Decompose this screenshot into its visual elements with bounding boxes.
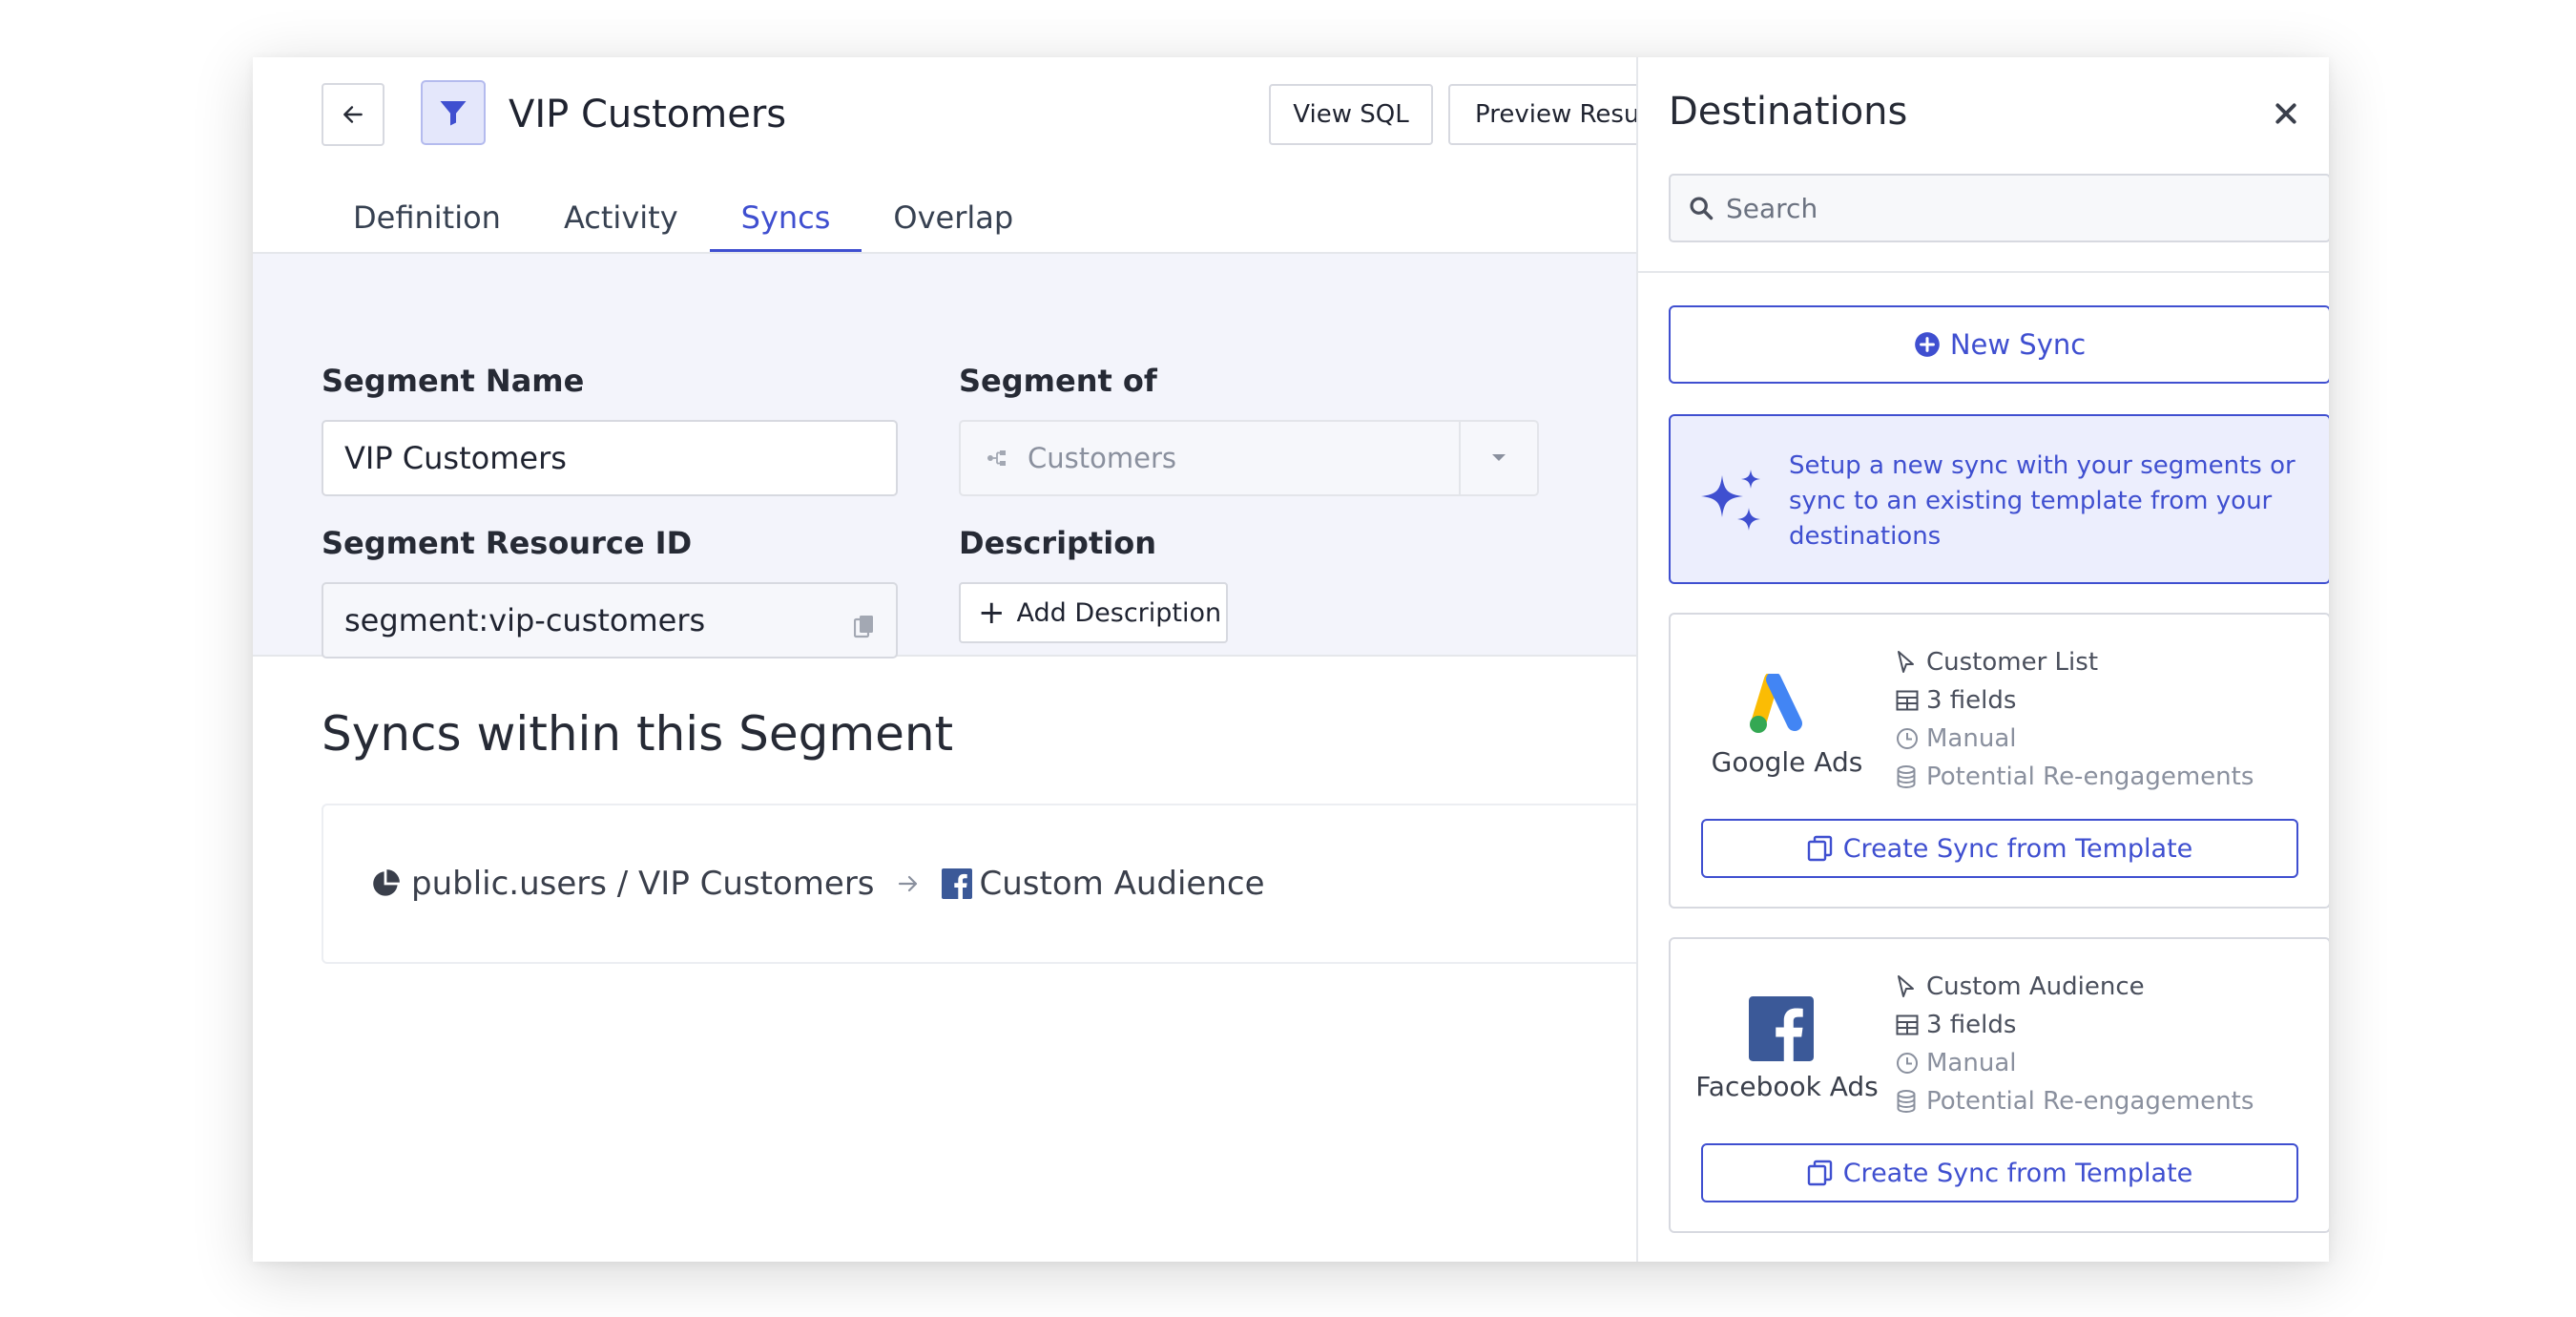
resource-id-field: segment:vip-customers: [322, 582, 898, 658]
segment-of-label: Segment of: [959, 363, 1157, 399]
destination-template-card: Google Ads Customer List 3 fields Manual…: [1669, 613, 2329, 909]
clock-icon: [1896, 1052, 1926, 1075]
sparkles-icon: [1701, 470, 1760, 531]
segment-of-select[interactable]: Customers: [959, 420, 1539, 496]
close-icon[interactable]: [2274, 101, 2298, 126]
app-window: VIP Customers View SQL Preview Results D…: [253, 57, 2329, 1262]
template-meta: Customer List 3 fields Manual Potential …: [1896, 643, 2254, 796]
table-icon: [1896, 1014, 1926, 1035]
sync-destination: Custom Audience: [979, 865, 1265, 903]
segment-name-input[interactable]: VIP Customers: [322, 420, 898, 496]
template-fields: 3 fields: [1926, 1011, 2017, 1039]
create-sync-label: Create Sync from Template: [1842, 1158, 2193, 1188]
sync-source: public.users / VIP Customers: [411, 865, 875, 903]
filter-icon: [440, 101, 467, 126]
arrow-left-icon: [343, 106, 363, 123]
destination-template-card: Facebook Ads Custom Audience 3 fields Ma…: [1669, 937, 2329, 1233]
table-icon: [1896, 690, 1926, 711]
plus-icon: +: [978, 594, 1006, 632]
cursor-icon: [1896, 974, 1926, 999]
sync-row: public.users / VIP Customers Custom Audi…: [369, 855, 1265, 912]
template-model: Potential Re-engagements: [1926, 1087, 2254, 1116]
new-sync-label: New Sync: [1949, 328, 2087, 361]
segment-name-label: Segment Name: [322, 363, 585, 399]
search-input[interactable]: [1726, 192, 2317, 224]
create-sync-label: Create Sync from Template: [1842, 833, 2193, 864]
tab-bar: Definition Activity Syncs Overlap: [322, 189, 1045, 252]
syncs-section-title: Syncs within this Segment: [322, 706, 954, 762]
segment-type-badge: [421, 80, 486, 145]
tab-activity[interactable]: Activity: [532, 189, 710, 252]
cursor-icon: [1896, 650, 1926, 675]
copy-icon[interactable]: [853, 611, 875, 647]
tab-overlap[interactable]: Overlap: [862, 189, 1045, 252]
model-graph-icon: [986, 448, 1010, 469]
template-schedule-row: Manual: [1896, 720, 2254, 758]
duplicate-icon: [1807, 835, 1834, 862]
segment-of-value: Customers: [1028, 442, 1176, 474]
database-icon: [1896, 1090, 1926, 1113]
template-schedule: Manual: [1926, 724, 2017, 753]
create-sync-from-template-button[interactable]: Create Sync from Template: [1701, 1143, 2298, 1202]
add-description-button[interactable]: + Add Description: [959, 582, 1228, 643]
search-icon: [1688, 195, 1714, 221]
template-model-row: Potential Re-engagements: [1896, 1082, 2254, 1120]
template-destination-name: Google Ads: [1711, 746, 1863, 778]
sync-info-text: Setup a new sync with your segments or s…: [1789, 451, 2296, 551]
resource-id-value: segment:vip-customers: [344, 602, 706, 638]
panel-divider: [1638, 271, 2329, 273]
google-ads-logo: [1743, 666, 1819, 742]
segment-name-value: VIP Customers: [344, 440, 567, 476]
arrow-right-icon: [894, 872, 923, 895]
template-destination-name: Facebook Ads: [1695, 1071, 1879, 1102]
tab-definition[interactable]: Definition: [322, 189, 532, 252]
template-schedule: Manual: [1926, 1049, 2017, 1077]
template-type: Custom Audience: [1926, 972, 2145, 1001]
new-sync-button[interactable]: New Sync: [1669, 305, 2329, 384]
template-schedule-row: Manual: [1896, 1044, 2254, 1082]
template-model-row: Potential Re-engagements: [1896, 758, 2254, 796]
page-title: VIP Customers: [509, 93, 787, 136]
template-fields: 3 fields: [1926, 686, 2017, 715]
database-icon: [1896, 765, 1926, 788]
pie-chart-icon: [369, 868, 402, 900]
view-sql-button[interactable]: View SQL: [1269, 84, 1433, 145]
chevron-down-icon[interactable]: [1459, 422, 1537, 494]
facebook-icon: [941, 868, 972, 899]
resource-id-label: Segment Resource ID: [322, 525, 693, 561]
tab-syncs[interactable]: Syncs: [709, 189, 862, 252]
plus-circle-icon: [1914, 331, 1941, 358]
destinations-panel: Destinations New Sync: [1636, 57, 2329, 1262]
template-type: Customer List: [1926, 648, 2099, 677]
destinations-title: Destinations: [1669, 90, 1908, 134]
template-fields-row: 3 fields: [1896, 1006, 2254, 1044]
duplicate-icon: [1807, 1160, 1834, 1186]
template-type-row: Custom Audience: [1896, 968, 2254, 1006]
template-meta: Custom Audience 3 fields Manual Potentia…: [1896, 968, 2254, 1120]
back-button[interactable]: [322, 83, 384, 146]
description-label: Description: [959, 525, 1156, 561]
clock-icon: [1896, 727, 1926, 750]
create-sync-from-template-button[interactable]: Create Sync from Template: [1701, 819, 2298, 878]
sync-info-callout: Setup a new sync with your segments or s…: [1669, 414, 2329, 584]
add-description-label: Add Description: [1016, 597, 1222, 628]
template-type-row: Customer List: [1896, 643, 2254, 681]
template-model: Potential Re-engagements: [1926, 763, 2254, 791]
template-fields-row: 3 fields: [1896, 681, 2254, 720]
facebook-ads-logo: [1743, 991, 1819, 1067]
destination-search: [1669, 174, 2329, 242]
sync-list-item[interactable]: public.users / VIP Customers Custom Audi…: [322, 804, 1753, 964]
